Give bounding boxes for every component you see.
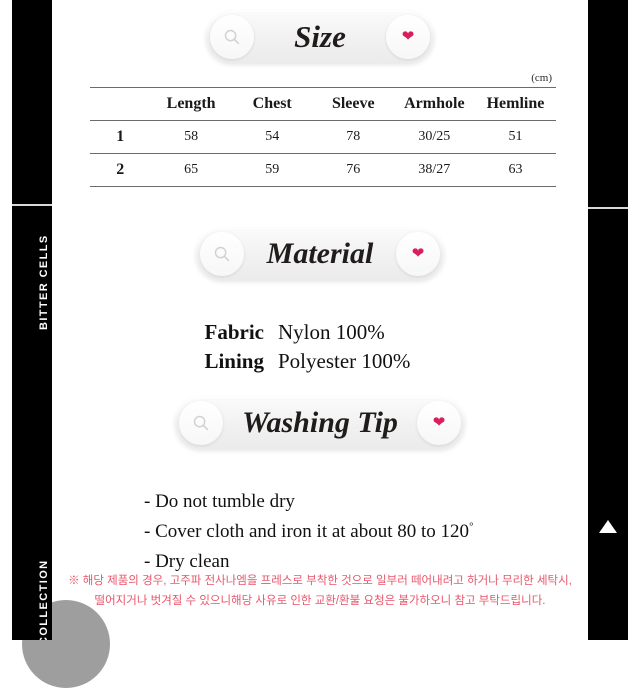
column-header-hemline: Hemline [474, 87, 556, 121]
cell-chest: 59 [231, 153, 313, 187]
table-row: 2 65 59 76 38/27 63 [90, 153, 556, 187]
material-value: Polyester 100% [278, 348, 411, 373]
product-detail-page: BITTER CELLS COLLECTION Size ❤ (cm) Leng… [0, 0, 640, 688]
list-item: - Cover cloth and iron it at about 80 to… [144, 517, 580, 547]
material-heading-badge: Material ❤ [196, 228, 444, 280]
cell-length: 58 [150, 120, 232, 154]
left-brand-rail: BITTER CELLS COLLECTION [12, 0, 52, 640]
rail-divider [12, 204, 52, 206]
list-item: Lining Polyester 100% [60, 347, 580, 376]
size-table-block: (cm) Length Chest Sleeve Armhole Hemline [90, 72, 556, 187]
size-table: Length Chest Sleeve Armhole Hemline 1 58… [90, 87, 556, 187]
content-column: Size ❤ (cm) Length Chest Sleeve Armhole [60, 0, 580, 640]
notice-line-1: ※ 해당 제품의 경우, 고주파 전사나엠을 프레스로 부착한 것으로 일부러 … [68, 575, 572, 587]
section-title-material: Material [266, 237, 374, 270]
section-title-washing: Washing Tip [242, 406, 398, 439]
right-rail [588, 0, 628, 640]
degree-symbol: ° [469, 520, 474, 533]
heart-icon[interactable]: ❤ [396, 232, 440, 276]
cell-armhole: 30/25 [393, 120, 475, 154]
triangle-up-icon[interactable] [599, 520, 617, 533]
material-value: Nylon 100% [278, 320, 385, 344]
collection-label: COLLECTION [38, 559, 50, 641]
section-title-size: Size [294, 19, 346, 54]
material-block: Material ❤ Fabric Nylon 100% Lining Polyes… [60, 228, 580, 376]
material-list: Fabric Nylon 100% Lining Polyester 100% [60, 318, 580, 376]
notice-line-2: 떨어지거나 벗겨질 수 있으니해당 사유로 인한 교환/환불 요청은 불가하오니… [94, 594, 546, 607]
table-header-row: Length Chest Sleeve Armhole Hemline [90, 87, 556, 121]
washing-item-text: - Cover cloth and iron it at about 80 to… [144, 521, 470, 543]
washing-list: - Do not tumble dry - Cover cloth and ir… [60, 487, 580, 577]
size-heading-badge: Size ❤ [206, 11, 434, 63]
list-item: - Do not tumble dry [144, 491, 295, 512]
cell-hemline: 63 [474, 153, 556, 187]
list-item: Fabric Nylon 100% [60, 318, 580, 347]
heart-glyph: ❤ [401, 28, 415, 45]
material-key: Lining [204, 348, 264, 373]
heart-glyph: ❤ [411, 245, 425, 262]
column-header-index [90, 87, 151, 121]
search-icon[interactable] [210, 15, 254, 59]
cell-armhole: 38/27 [393, 153, 475, 187]
heart-icon[interactable]: ❤ [417, 401, 461, 445]
table-row: 1 58 54 78 30/25 51 [90, 120, 556, 154]
column-header-length: Length [150, 87, 232, 121]
column-header-sleeve: Sleeve [312, 87, 394, 121]
cell-length: 65 [150, 153, 232, 187]
rail-divider [588, 207, 628, 209]
cell-index: 2 [90, 153, 151, 187]
cell-chest: 54 [231, 120, 313, 154]
heart-glyph: ❤ [432, 414, 446, 431]
cell-index: 1 [90, 120, 151, 154]
search-icon[interactable] [200, 232, 244, 276]
column-header-chest: Chest [231, 87, 313, 121]
washing-heading-badge: Washing Tip ❤ [175, 397, 465, 449]
cell-sleeve: 76 [312, 153, 394, 187]
search-icon[interactable] [179, 401, 223, 445]
column-header-armhole: Armhole [393, 87, 475, 121]
brand-label: BITTER CELLS [38, 234, 50, 330]
cell-hemline: 51 [474, 120, 556, 154]
unit-label: (cm) [531, 72, 552, 84]
material-key: Fabric [204, 320, 264, 344]
washing-block: Washing Tip ❤ - Do not tumble dry - Cove… [60, 397, 580, 577]
heart-icon[interactable]: ❤ [386, 15, 430, 59]
korean-notice: ※ 해당 제품의 경우, 고주파 전사나엠을 프레스로 부착한 것으로 일부러 … [60, 572, 580, 612]
cell-sleeve: 78 [312, 120, 394, 154]
